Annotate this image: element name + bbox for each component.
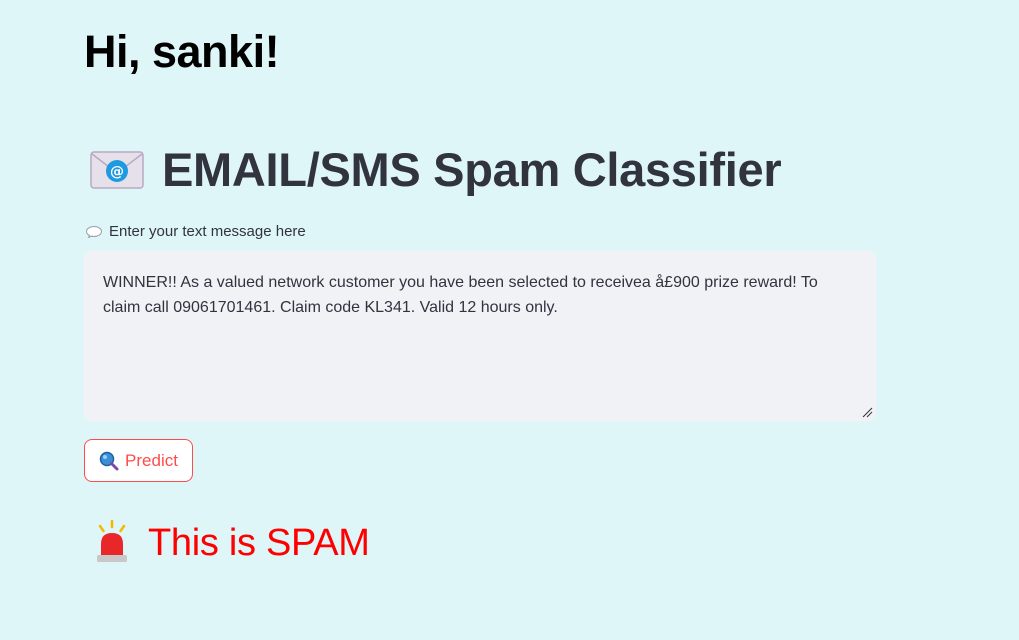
svg-text:@: @ — [110, 164, 124, 180]
greeting-heading: Hi, sanki! — [84, 26, 280, 77]
message-textarea[interactable]: WINNER!! As a valued network customer yo… — [84, 251, 876, 421]
resize-handle-icon[interactable] — [861, 406, 873, 418]
predict-button[interactable]: Predict — [84, 439, 193, 482]
envelope-email-icon: @ — [90, 150, 144, 189]
siren-icon — [97, 520, 127, 562]
speech-bubble-icon — [86, 225, 102, 238]
predict-button-label: Predict — [125, 450, 178, 470]
magnifier-icon — [99, 451, 119, 470]
prediction-result: This is SPAM — [148, 521, 370, 564]
app-title: EMAIL/SMS Spam Classifier — [162, 143, 782, 196]
app-title-row: @ EMAIL/SMS Spam Classifier — [90, 142, 782, 197]
message-input-label: Enter your text message here — [86, 223, 306, 240]
message-input-label-text: Enter your text message here — [109, 223, 306, 240]
message-textarea-value[interactable]: WINNER!! As a valued network customer yo… — [103, 270, 856, 320]
result-row: This is SPAM — [94, 520, 370, 566]
